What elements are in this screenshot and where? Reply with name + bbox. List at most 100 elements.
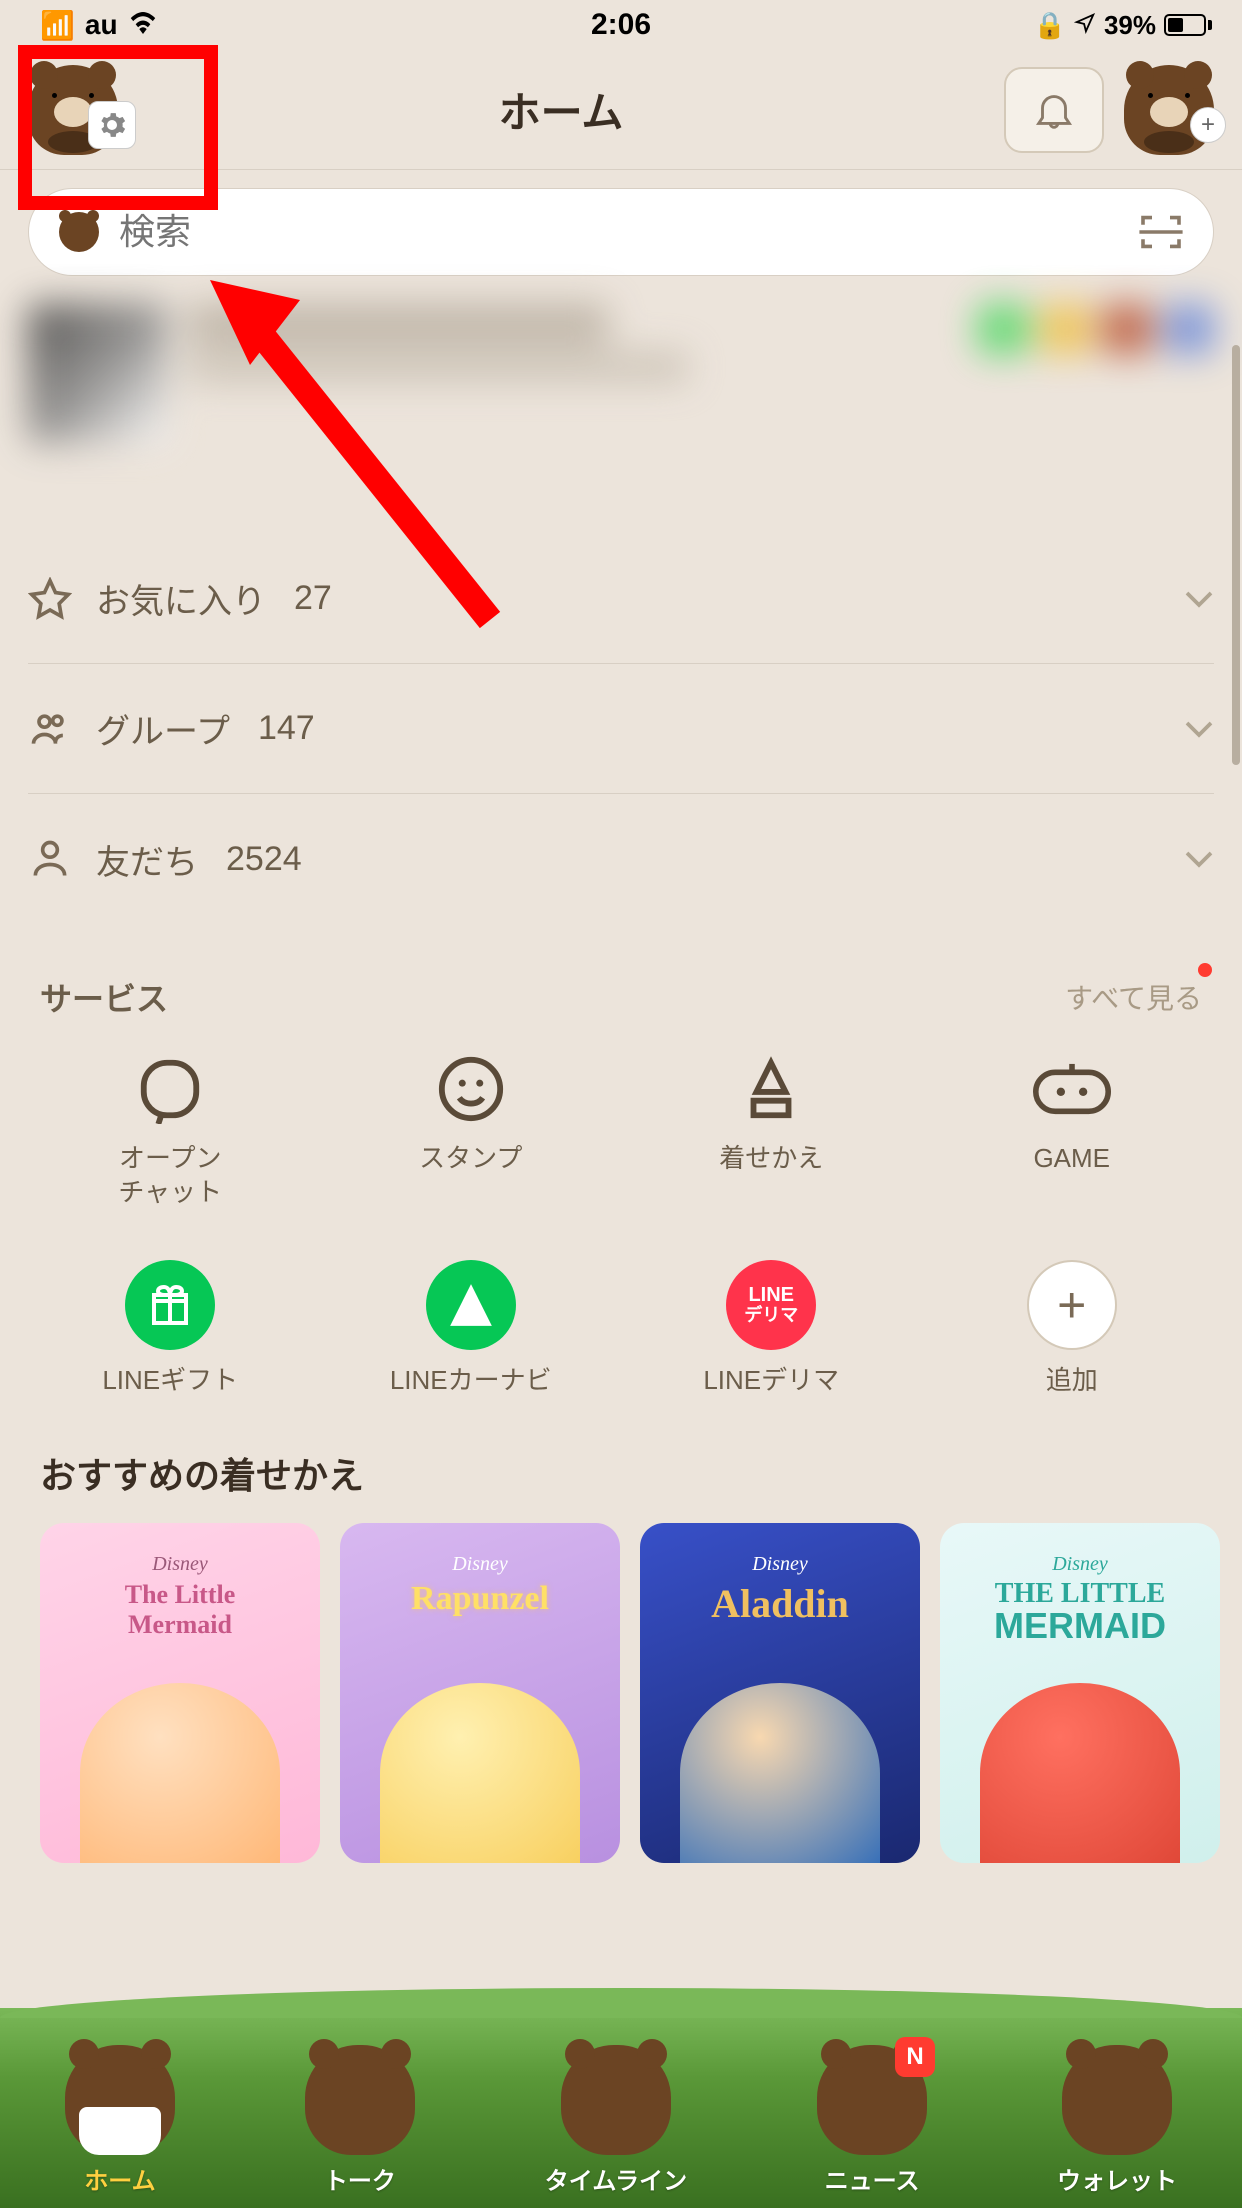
nav-label: ウォレット bbox=[1057, 2161, 1177, 2196]
notifications-button[interactable] bbox=[1004, 67, 1104, 153]
battery-icon bbox=[1164, 14, 1212, 36]
row-label: お気に入り bbox=[96, 574, 266, 623]
status-bar: 📶 au 2:06 🔒 39% bbox=[0, 0, 1242, 50]
service-label: GAME bbox=[1033, 1142, 1110, 1176]
service-label: 着せかえ bbox=[719, 1142, 823, 1176]
signal-icon: 📶 bbox=[40, 9, 75, 42]
status-time: 2:06 bbox=[591, 8, 651, 42]
see-all-link[interactable]: すべて見る bbox=[1065, 977, 1202, 1017]
scrollbar[interactable] bbox=[1232, 345, 1240, 765]
status-left: 📶 au bbox=[40, 9, 158, 42]
status-right: 🔒 39% bbox=[1034, 10, 1212, 41]
theme-card-aladdin[interactable]: Disney Aladdin bbox=[640, 1523, 920, 1863]
service-label: LINEデリマ bbox=[703, 1364, 839, 1398]
smile-icon bbox=[432, 1050, 510, 1128]
service-openchat[interactable]: オープン チャット bbox=[20, 1050, 321, 1210]
service-label: 追加 bbox=[1046, 1364, 1098, 1398]
theme-character bbox=[680, 1683, 880, 1863]
service-add[interactable]: + 追加 bbox=[922, 1260, 1223, 1398]
nav-bear-icon bbox=[65, 2045, 175, 2155]
profile-section[interactable] bbox=[28, 304, 1214, 534]
theme-title: The LittleMermaid bbox=[125, 1580, 236, 1640]
bell-icon bbox=[1031, 87, 1077, 133]
search-input[interactable] bbox=[119, 211, 1119, 253]
service-label: LINEカーナビ bbox=[390, 1364, 552, 1398]
theme-character bbox=[80, 1683, 280, 1863]
page-title: ホーム bbox=[499, 79, 624, 140]
favorites-row[interactable]: お気に入り 27 bbox=[28, 534, 1214, 664]
services-title: サービス bbox=[40, 974, 168, 1020]
profile-picture bbox=[28, 304, 168, 444]
bottom-nav: ホーム トーク タイムライン N ニュース ウォレット bbox=[0, 2008, 1242, 2208]
row-count: 27 bbox=[294, 579, 332, 618]
services-header: サービス すべて見る bbox=[0, 924, 1242, 1040]
lock-rotation-icon: 🔒 bbox=[1034, 10, 1066, 41]
settings-gear-icon[interactable] bbox=[88, 101, 136, 149]
profile-avatar-button[interactable] bbox=[28, 65, 118, 155]
contacts-section: お気に入り 27 グループ 147 友だち 2524 bbox=[0, 534, 1242, 924]
plus-icon: + bbox=[1027, 1260, 1117, 1350]
plus-icon: + bbox=[1190, 107, 1226, 143]
nav-label: タイムライン bbox=[545, 2161, 687, 2196]
search-bear-icon bbox=[59, 212, 99, 252]
service-delivery[interactable]: LINE デリマ LINEデリマ bbox=[621, 1260, 922, 1398]
row-label: グループ bbox=[96, 704, 230, 753]
theme-card-mermaid-pink[interactable]: Disney The LittleMermaid bbox=[40, 1523, 320, 1863]
chevron-down-icon bbox=[1184, 589, 1214, 609]
openchat-icon bbox=[131, 1050, 209, 1128]
service-gift[interactable]: LINEギフト bbox=[20, 1260, 321, 1398]
wifi-icon bbox=[128, 9, 158, 41]
row-count: 2524 bbox=[226, 840, 302, 879]
nav-bear-icon: N bbox=[817, 2045, 927, 2155]
see-all-label: すべて見る bbox=[1065, 983, 1202, 1014]
carnavi-icon bbox=[426, 1260, 516, 1350]
row-label: 友だち bbox=[96, 835, 198, 884]
service-theme[interactable]: 着せかえ bbox=[621, 1050, 922, 1210]
location-icon bbox=[1074, 10, 1096, 41]
nav-label: ホーム bbox=[84, 2161, 155, 2196]
notification-dot bbox=[1198, 963, 1212, 977]
person-icon bbox=[28, 837, 72, 881]
service-label: LINEギフト bbox=[102, 1364, 238, 1398]
add-friend-button[interactable]: + bbox=[1124, 65, 1214, 155]
star-icon bbox=[28, 577, 72, 621]
theme-title: THE LITTLEMERMAID bbox=[994, 1580, 1166, 1644]
carrier-label: au bbox=[85, 9, 118, 41]
battery-percent: 39% bbox=[1104, 10, 1156, 41]
scan-icon[interactable] bbox=[1139, 214, 1183, 250]
row-count: 147 bbox=[258, 709, 315, 748]
service-label: スタンプ bbox=[419, 1142, 522, 1176]
gamepad-icon bbox=[1033, 1050, 1111, 1128]
service-label: オープン チャット bbox=[118, 1142, 222, 1210]
group-icon bbox=[28, 707, 72, 751]
groups-row[interactable]: グループ 147 bbox=[28, 664, 1214, 794]
nav-timeline[interactable]: タイムライン bbox=[545, 2045, 687, 2196]
nav-bear-icon bbox=[305, 2045, 415, 2155]
theme-character bbox=[980, 1683, 1180, 1863]
theme-card-mermaid-teal[interactable]: Disney THE LITTLEMERMAID bbox=[940, 1523, 1220, 1863]
app-header: ホーム + bbox=[0, 50, 1242, 170]
chevron-down-icon bbox=[1184, 719, 1214, 739]
nav-wallet[interactable]: ウォレット bbox=[1057, 2045, 1177, 2196]
disney-brand: Disney bbox=[1052, 1553, 1108, 1576]
nav-bear-icon bbox=[1062, 2045, 1172, 2155]
disney-brand: Disney bbox=[152, 1553, 208, 1576]
delivery-icon: LINE デリマ bbox=[726, 1260, 816, 1350]
nav-home[interactable]: ホーム bbox=[65, 2045, 175, 2196]
themes-row[interactable]: Disney The LittleMermaid Disney Rapunzel… bbox=[0, 1523, 1242, 1863]
brush-icon bbox=[732, 1050, 810, 1128]
disney-brand: Disney bbox=[752, 1553, 808, 1576]
nav-talk[interactable]: トーク bbox=[305, 2045, 415, 2196]
chevron-down-icon bbox=[1184, 849, 1214, 869]
gift-icon bbox=[125, 1260, 215, 1350]
nav-news[interactable]: N ニュース bbox=[817, 2045, 927, 2196]
service-game[interactable]: GAME bbox=[922, 1050, 1223, 1210]
friends-row[interactable]: 友だち 2524 bbox=[28, 794, 1214, 924]
service-carnavi[interactable]: LINEカーナビ bbox=[321, 1260, 622, 1398]
service-stamp[interactable]: スタンプ bbox=[321, 1050, 622, 1210]
themes-title: おすすめの着せかえ bbox=[0, 1407, 1242, 1523]
services-grid: オープン チャット スタンプ 着せかえ GAME LINEギフト LINEカーナ… bbox=[0, 1040, 1242, 1407]
theme-character bbox=[380, 1683, 580, 1863]
theme-card-rapunzel[interactable]: Disney Rapunzel bbox=[340, 1523, 620, 1863]
search-bar[interactable] bbox=[28, 188, 1214, 276]
